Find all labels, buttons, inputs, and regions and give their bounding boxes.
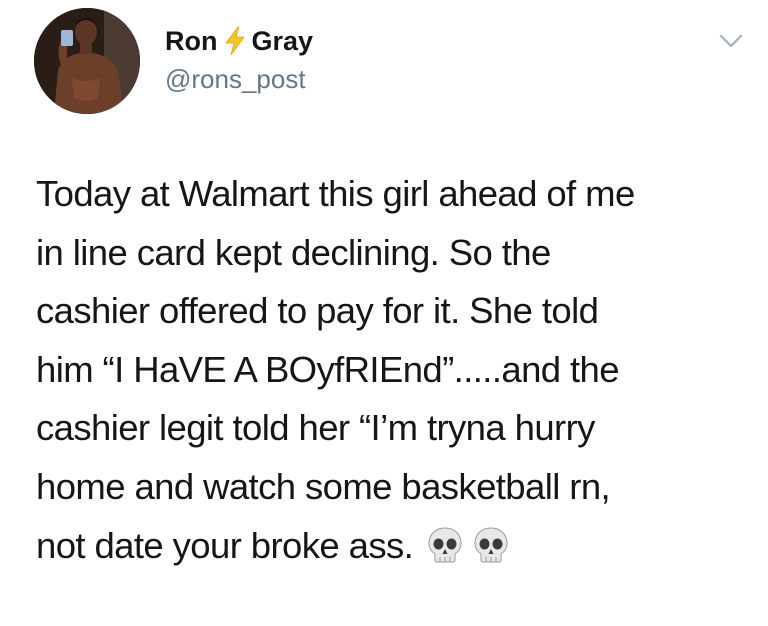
avatar[interactable] <box>34 8 140 114</box>
chevron-down-icon[interactable] <box>718 32 744 50</box>
tweet-card: Ron Gray @rons_post Today at Walmart thi… <box>0 0 768 626</box>
skull-icon <box>428 527 462 563</box>
display-name[interactable]: Ron Gray <box>165 24 313 58</box>
display-name-first: Ron <box>165 25 218 56</box>
display-name-last: Gray <box>251 25 314 56</box>
tweet-text: Today at Walmart this girl ahead of me i… <box>36 165 756 581</box>
high-voltage-icon <box>226 26 245 56</box>
tweet-body: Today at Walmart this girl ahead of me i… <box>36 173 635 566</box>
user-handle[interactable]: @rons_post <box>165 64 306 95</box>
emoji-group <box>427 523 519 582</box>
skull-icon <box>474 527 508 563</box>
